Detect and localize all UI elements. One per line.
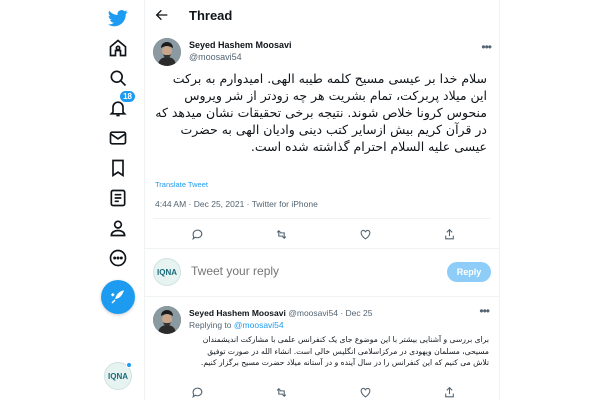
back-arrow-icon	[155, 9, 168, 21]
main-column: Thread Seyed Hashem Moosavi @moosavi54 •…	[144, 0, 500, 400]
reply-tweet-retweet-icon[interactable]	[273, 384, 289, 400]
reply-composer: IQNA Reply	[153, 256, 491, 292]
compose-tweet-icon	[111, 290, 124, 304]
like-icon[interactable]	[357, 226, 373, 242]
tweet-more-icon[interactable]: •••	[481, 40, 492, 54]
reply-handle-date[interactable]: @moosavi54 · Dec 25	[288, 308, 372, 318]
account-avatar-text: IQNA	[108, 371, 128, 381]
explore-icon[interactable]	[106, 66, 130, 90]
reply-author-name[interactable]: Seyed Hashem Moosavi	[189, 308, 286, 318]
reply-tweet-text: برای بررسی و آشنایی بیشتر با این موضوع ج…	[200, 335, 489, 367]
reply-tweet-reply-icon[interactable]	[189, 384, 205, 400]
tweet-timestamp[interactable]: 4:44 AM · Dec 25, 2021 · Twitter for iPh…	[155, 199, 318, 209]
composer-avatar[interactable]: IQNA	[153, 258, 181, 286]
replying-to: Replying to @moosavi54	[189, 320, 284, 330]
author-photo-icon	[153, 38, 181, 66]
divider	[153, 218, 491, 219]
tweet-text: سلام خدا بر عیسی مسیح کلمه طیبه الهی. ام…	[155, 71, 487, 154]
thread-header: Thread	[145, 0, 499, 30]
bookmarks-icon[interactable]	[106, 156, 130, 180]
account-avatar[interactable]: IQNA	[104, 362, 132, 390]
replying-to-label: Replying to	[189, 320, 232, 330]
divider	[145, 248, 499, 249]
messages-icon[interactable]	[106, 126, 130, 150]
author-handle[interactable]: @moosavi54	[189, 52, 242, 62]
reply-tweet-actions	[145, 384, 499, 398]
reply-tweet-like-icon[interactable]	[357, 384, 373, 400]
reply-input[interactable]	[191, 264, 391, 278]
compose-tweet-button[interactable]	[101, 280, 135, 314]
divider	[145, 296, 499, 297]
translate-tweet-link[interactable]: Translate Tweet	[155, 180, 208, 189]
notifications-icon[interactable]: 18	[106, 90, 136, 120]
back-button[interactable]	[153, 6, 171, 24]
profile-icon[interactable]	[106, 216, 130, 240]
page-title: Thread	[189, 7, 233, 23]
reply-author-line: Seyed Hashem Moosavi @moosavi54 · Dec 25	[189, 308, 372, 318]
reply-icon[interactable]	[189, 226, 205, 242]
home-icon[interactable]	[106, 36, 130, 60]
reply-tweet-share-icon[interactable]	[441, 384, 457, 400]
author-avatar[interactable]	[153, 38, 181, 66]
share-icon[interactable]	[441, 226, 457, 242]
more-icon[interactable]	[106, 246, 130, 270]
twitter-logo-icon[interactable]	[106, 6, 130, 30]
tweet-author: Seyed Hashem Moosavi @moosavi54 •••	[153, 38, 493, 70]
sidebar: 18 IQNA	[100, 0, 136, 400]
tweet-actions	[145, 226, 499, 246]
retweet-icon[interactable]	[273, 226, 289, 242]
reply-author-photo-icon	[153, 306, 181, 334]
account-status-dot	[126, 362, 132, 368]
reply-author-avatar[interactable]	[153, 306, 181, 334]
composer-avatar-text: IQNA	[157, 267, 177, 277]
reply-button[interactable]: Reply	[447, 262, 491, 282]
author-name[interactable]: Seyed Hashem Moosavi	[189, 40, 292, 50]
replying-to-handle[interactable]: @moosavi54	[234, 320, 284, 330]
reply-more-icon[interactable]: •••	[479, 304, 490, 318]
notification-count-badge: 18	[119, 90, 136, 103]
lists-icon[interactable]	[106, 186, 130, 210]
